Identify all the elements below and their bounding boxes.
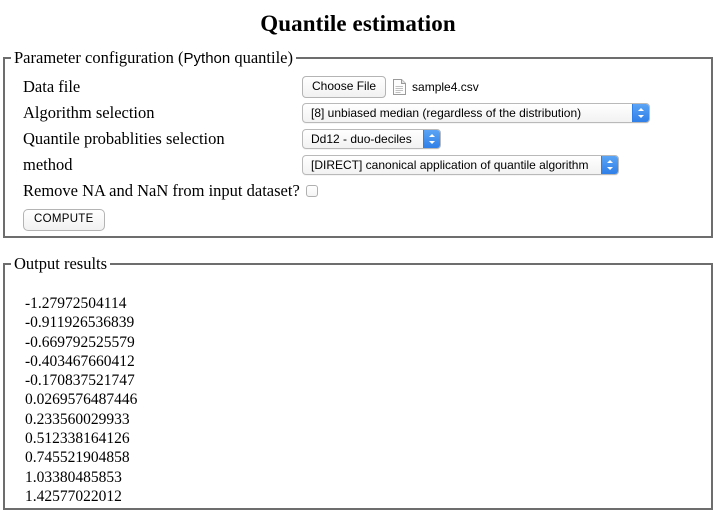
method-select-value: [DIRECT] canonical application of quanti…	[311, 158, 589, 172]
output-results-legend: Output results	[14, 254, 108, 273]
chevron-updown-icon	[601, 156, 618, 174]
control-algorithm-selection: [8] unbiased median (regardless of the d…	[302, 103, 650, 123]
result-line: -0.669792525579	[25, 333, 135, 351]
row-compute: COMPUTE	[23, 204, 711, 234]
label-remove-na: Remove NA and NaN from input dataset?	[23, 180, 300, 200]
compute-button[interactable]: COMPUTE	[23, 208, 105, 232]
row-quantile-probabilities-selection: Quantile probablities selection Dd12 - d…	[23, 126, 711, 152]
row-data-file: Data file Choose File sample4.csv	[23, 74, 711, 100]
row-method: method [DIRECT] canonical application of…	[23, 152, 711, 178]
parameter-configuration-section: Parameter configuration (Python quantile…	[3, 48, 713, 238]
selected-file-name: sample4.csv	[412, 79, 479, 94]
label-algorithm-selection: Algorithm selection	[23, 102, 155, 122]
control-method: [DIRECT] canonical application of quanti…	[302, 155, 619, 175]
method-select[interactable]: [DIRECT] canonical application of quanti…	[302, 155, 619, 175]
result-line: 0.233560029933	[25, 410, 130, 428]
remove-na-checkbox[interactable]	[305, 185, 318, 197]
row-remove-na: Remove NA and NaN from input dataset?	[23, 178, 711, 204]
result-line: 1.03380485853	[25, 468, 122, 486]
algorithm-select-value: [8] unbiased median (regardless of the d…	[311, 106, 582, 120]
parameter-configuration-legend: Parameter configuration (Python quantile…	[11, 48, 296, 68]
output-results-list: -1.27972504114 -0.911926536839 -0.66979252…	[5, 274, 711, 506]
label-quantile-probabilities-selection: Quantile probablities selection	[23, 128, 225, 148]
quantile-probabilities-select[interactable]: Dd12 - duo-deciles	[302, 129, 441, 149]
app-page: Quantile estimation Parameter configurat…	[0, 0, 716, 526]
result-line: 0.0269576487446	[25, 391, 138, 409]
row-algorithm-selection: Algorithm selection [8] unbiased median …	[23, 100, 711, 126]
label-method: method	[23, 154, 73, 174]
legend-prefix-text: Parameter configuration (	[14, 48, 184, 67]
result-line: 0.512338164126	[25, 430, 130, 448]
choose-file-button[interactable]: Choose File	[302, 75, 387, 99]
result-line: 1.42577022012	[25, 487, 122, 505]
result-line: -1.27972504114	[25, 295, 127, 312]
parameter-rows: Data file Choose File sample4.csv Algori…	[5, 68, 711, 234]
result-line: -0.911926536839	[25, 314, 135, 332]
quantile-probabilities-select-value: Dd12 - duo-deciles	[311, 132, 412, 146]
page-title: Quantile estimation	[260, 11, 456, 36]
label-data-file: Data file	[23, 76, 81, 96]
legend-python-text: Python	[183, 50, 231, 67]
algorithm-select[interactable]: [8] unbiased median (regardless of the d…	[302, 103, 650, 123]
result-line: -0.403467660412	[25, 352, 135, 370]
document-icon	[393, 78, 407, 95]
output-results-section: Output results -1.27972504114 -0.91192653…	[3, 254, 713, 510]
chevron-updown-icon	[632, 104, 649, 122]
control-data-file: Choose File sample4.csv	[302, 75, 479, 99]
result-line: -0.170837521747	[25, 372, 135, 390]
chevron-updown-icon	[423, 130, 440, 148]
result-line: 0.745521904858	[25, 449, 130, 467]
control-quantile-probabilities-selection: Dd12 - duo-deciles	[302, 129, 441, 149]
legend-suffix-text: quantile)	[230, 48, 293, 67]
